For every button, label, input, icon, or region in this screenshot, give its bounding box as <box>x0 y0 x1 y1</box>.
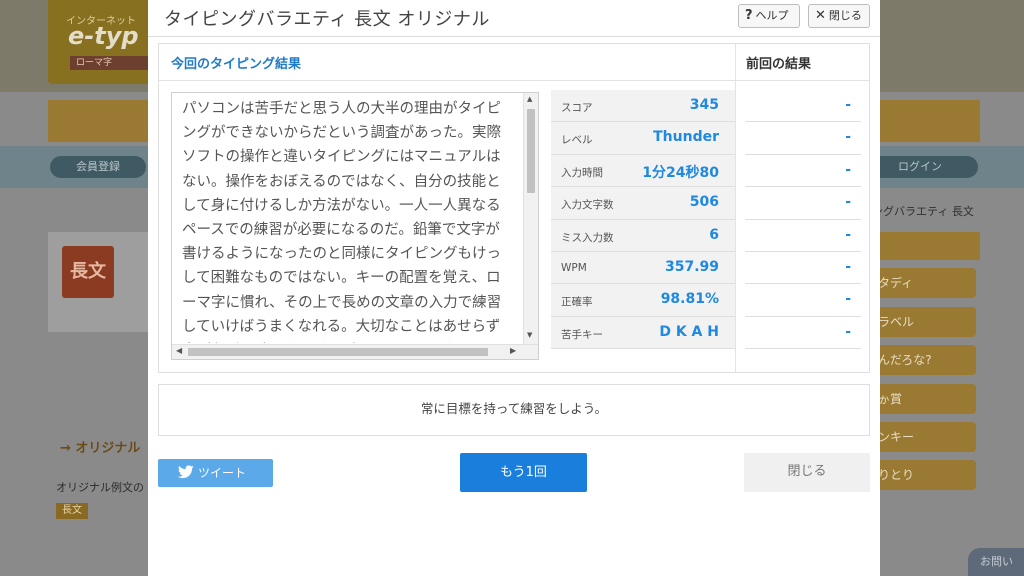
advice-message: 常に目標を持って練習をしよう。 <box>158 384 870 436</box>
bg-side-item: ンキー <box>866 422 976 452</box>
help-button-label: ヘルプ <box>755 9 789 22</box>
previous-stat-row: - <box>745 317 861 350</box>
passage-text: パソコンは苦手だと思う人の大半の理由がタイピ ングができないからだという調査があっ… <box>182 97 538 343</box>
previous-stat-value: - <box>845 194 851 211</box>
modal-header: タイピングバラエティ 長文 オリジナル ? ヘルプ ✕ 閉じる <box>148 0 880 37</box>
passage-line: ングができないからだという調査があった。実際 <box>182 125 501 142</box>
previous-stat-value: - <box>845 129 851 146</box>
passage-line: していけばうまくなれる。大切なことはあせらず <box>182 318 501 335</box>
stat-label: 正確率 <box>561 296 593 309</box>
column-divider <box>735 80 736 372</box>
passage-line: ソフトの操作と違いタイピングにはマニュアルは <box>182 149 501 166</box>
passage-line: して困難なものではない。キーの配置を覚え、ロ <box>182 270 501 287</box>
bg-right-header <box>866 232 980 260</box>
stat-value: D K A H <box>659 323 719 340</box>
previous-stats-table: - - - - - - - - <box>745 90 861 350</box>
help-button[interactable]: ? ヘルプ <box>738 4 800 28</box>
horizontal-scroll-thumb[interactable] <box>188 348 488 356</box>
bg-breadcrumb: ングバラエティ 長文 <box>872 205 974 218</box>
previous-stat-value: - <box>845 258 851 275</box>
bg-help-tab: お問い <box>968 548 1024 576</box>
stat-value: Thunder <box>653 129 719 146</box>
stat-row: WPM 357.99 <box>551 252 735 285</box>
twitter-bird-icon <box>178 465 194 479</box>
result-modal: タイピングバラエティ 長文 オリジナル ? ヘルプ ✕ 閉じる 今回のタイピング結果… <box>148 0 880 576</box>
bg-side-item: タディ <box>866 268 976 298</box>
stat-label: 苦手キー <box>561 328 603 341</box>
bg-section-title: → オリジナル <box>60 441 141 456</box>
retry-button[interactable]: もう1回 <box>460 453 587 492</box>
close-modal-button[interactable]: ✕ 閉じる <box>808 4 870 28</box>
passage-textbox[interactable]: パソコンは苦手だと思う人の大半の理由がタイピ ングができないからだという調査があっ… <box>171 92 539 360</box>
passage-line: ない。操作をおぼえるのではなく、自分の技能と <box>182 173 501 190</box>
bg-section-text: オリジナル例文の <box>56 481 144 494</box>
stat-value: 345 <box>689 97 719 113</box>
passage-line: 身が必ず正確にタイピングできるようになること <box>182 339 538 343</box>
previous-stat-row: - <box>745 122 861 155</box>
current-result-title: 今回のタイピング結果 <box>171 57 302 72</box>
vertical-scroll-thumb[interactable] <box>527 109 535 193</box>
current-stats-table: スコア 345 レベル Thunder 入力時間 1分24秒80 入力文字数 506 ミス入力数… <box>551 90 735 350</box>
stat-label: スコア <box>561 102 593 114</box>
bg-side-item: ゕ賞 <box>866 384 976 414</box>
stat-value: 1分24秒80 <box>642 164 719 181</box>
tweet-button[interactable]: ツイート <box>158 459 273 487</box>
previous-stat-value: - <box>845 291 851 308</box>
previous-stat-row: - <box>745 155 861 188</box>
passage-line: パソコンは苦手だと思う人の大半の理由がタイピ <box>182 101 501 117</box>
close-button-label: 閉じる <box>828 9 862 22</box>
stat-value: 357.99 <box>664 258 719 275</box>
stat-label: レベル <box>561 134 593 147</box>
previous-stat-row: - <box>745 284 861 317</box>
stat-row: 苦手キー D K A H <box>551 317 735 350</box>
bg-side-item: んだろな? <box>866 345 976 375</box>
previous-result-header: 前回の結果 <box>735 44 870 81</box>
passage-line: ーマ字に慣れ、その上で長めの文章の入力で練習 <box>182 294 502 311</box>
results-panel: 今回のタイピング結果 前回の結果 パソコンは苦手だと思う人の大半の理由がタイピン… <box>158 43 870 373</box>
previous-stat-value: - <box>845 226 851 243</box>
bg-category-icon: 長文 <box>62 246 114 298</box>
stat-row: 入力文字数 506 <box>551 187 735 220</box>
stat-value: 506 <box>689 194 719 211</box>
scroll-down-arrow-icon[interactable]: ▼ <box>527 331 532 339</box>
horizontal-scrollbar[interactable]: ◀ ▶ <box>172 344 538 359</box>
stat-value: 6 <box>709 226 719 243</box>
stat-label: 入力文字数 <box>561 199 614 212</box>
scroll-right-arrow-icon[interactable]: ▶ <box>510 346 516 355</box>
bg-section-tag: 長文 <box>56 503 88 519</box>
bg-side-item: ラベル <box>866 307 976 337</box>
tweet-button-label: ツイート <box>198 466 247 480</box>
previous-stat-row: - <box>745 252 861 285</box>
scroll-up-arrow-icon[interactable]: ▲ <box>527 95 532 103</box>
passage-line: ペースでの練習が必要になるのだ。鉛筆で文字が <box>182 222 500 239</box>
previous-stat-row: - <box>745 90 861 123</box>
previous-stat-value: - <box>845 323 851 340</box>
question-icon: ? <box>745 8 753 23</box>
stat-label: ミス入力数 <box>561 231 614 244</box>
stat-row: スコア 345 <box>551 90 735 123</box>
previous-stat-row: - <box>745 187 861 220</box>
stat-row: 入力時間 1分24秒80 <box>551 155 735 188</box>
stat-row: 正確率 98.81% <box>551 284 735 317</box>
bg-side-item: りとり <box>866 460 976 490</box>
stat-row: ミス入力数 6 <box>551 220 735 252</box>
scroll-left-arrow-icon[interactable]: ◀ <box>176 346 182 355</box>
previous-stat-row: - <box>745 220 861 252</box>
previous-result-title: 前回の結果 <box>746 57 812 72</box>
bg-logo: インターネット e-typ ローマ字 <box>48 0 152 84</box>
bg-register-button: 会員登録 <box>50 156 146 178</box>
passage-line: 書けるようになったのと同様にタイピングもけっ <box>182 246 501 263</box>
stat-value: 98.81% <box>660 291 719 308</box>
stat-label: WPM <box>561 261 587 274</box>
vertical-scrollbar[interactable]: ▲ ▼ <box>523 93 538 345</box>
previous-stat-value: - <box>845 97 851 113</box>
close-icon: ✕ <box>815 8 826 23</box>
previous-stat-value: - <box>845 161 851 178</box>
current-result-header: 今回のタイピング結果 <box>159 44 735 81</box>
modal-title: タイピングバラエティ 長文 オリジナル <box>164 9 490 30</box>
stat-row: レベル Thunder <box>551 122 735 155</box>
stat-label: 入力時間 <box>561 166 603 179</box>
passage-line: して身に付けるしか方法がない。一人一人異なる <box>182 197 501 214</box>
close-button[interactable]: 閉じる <box>744 453 870 492</box>
